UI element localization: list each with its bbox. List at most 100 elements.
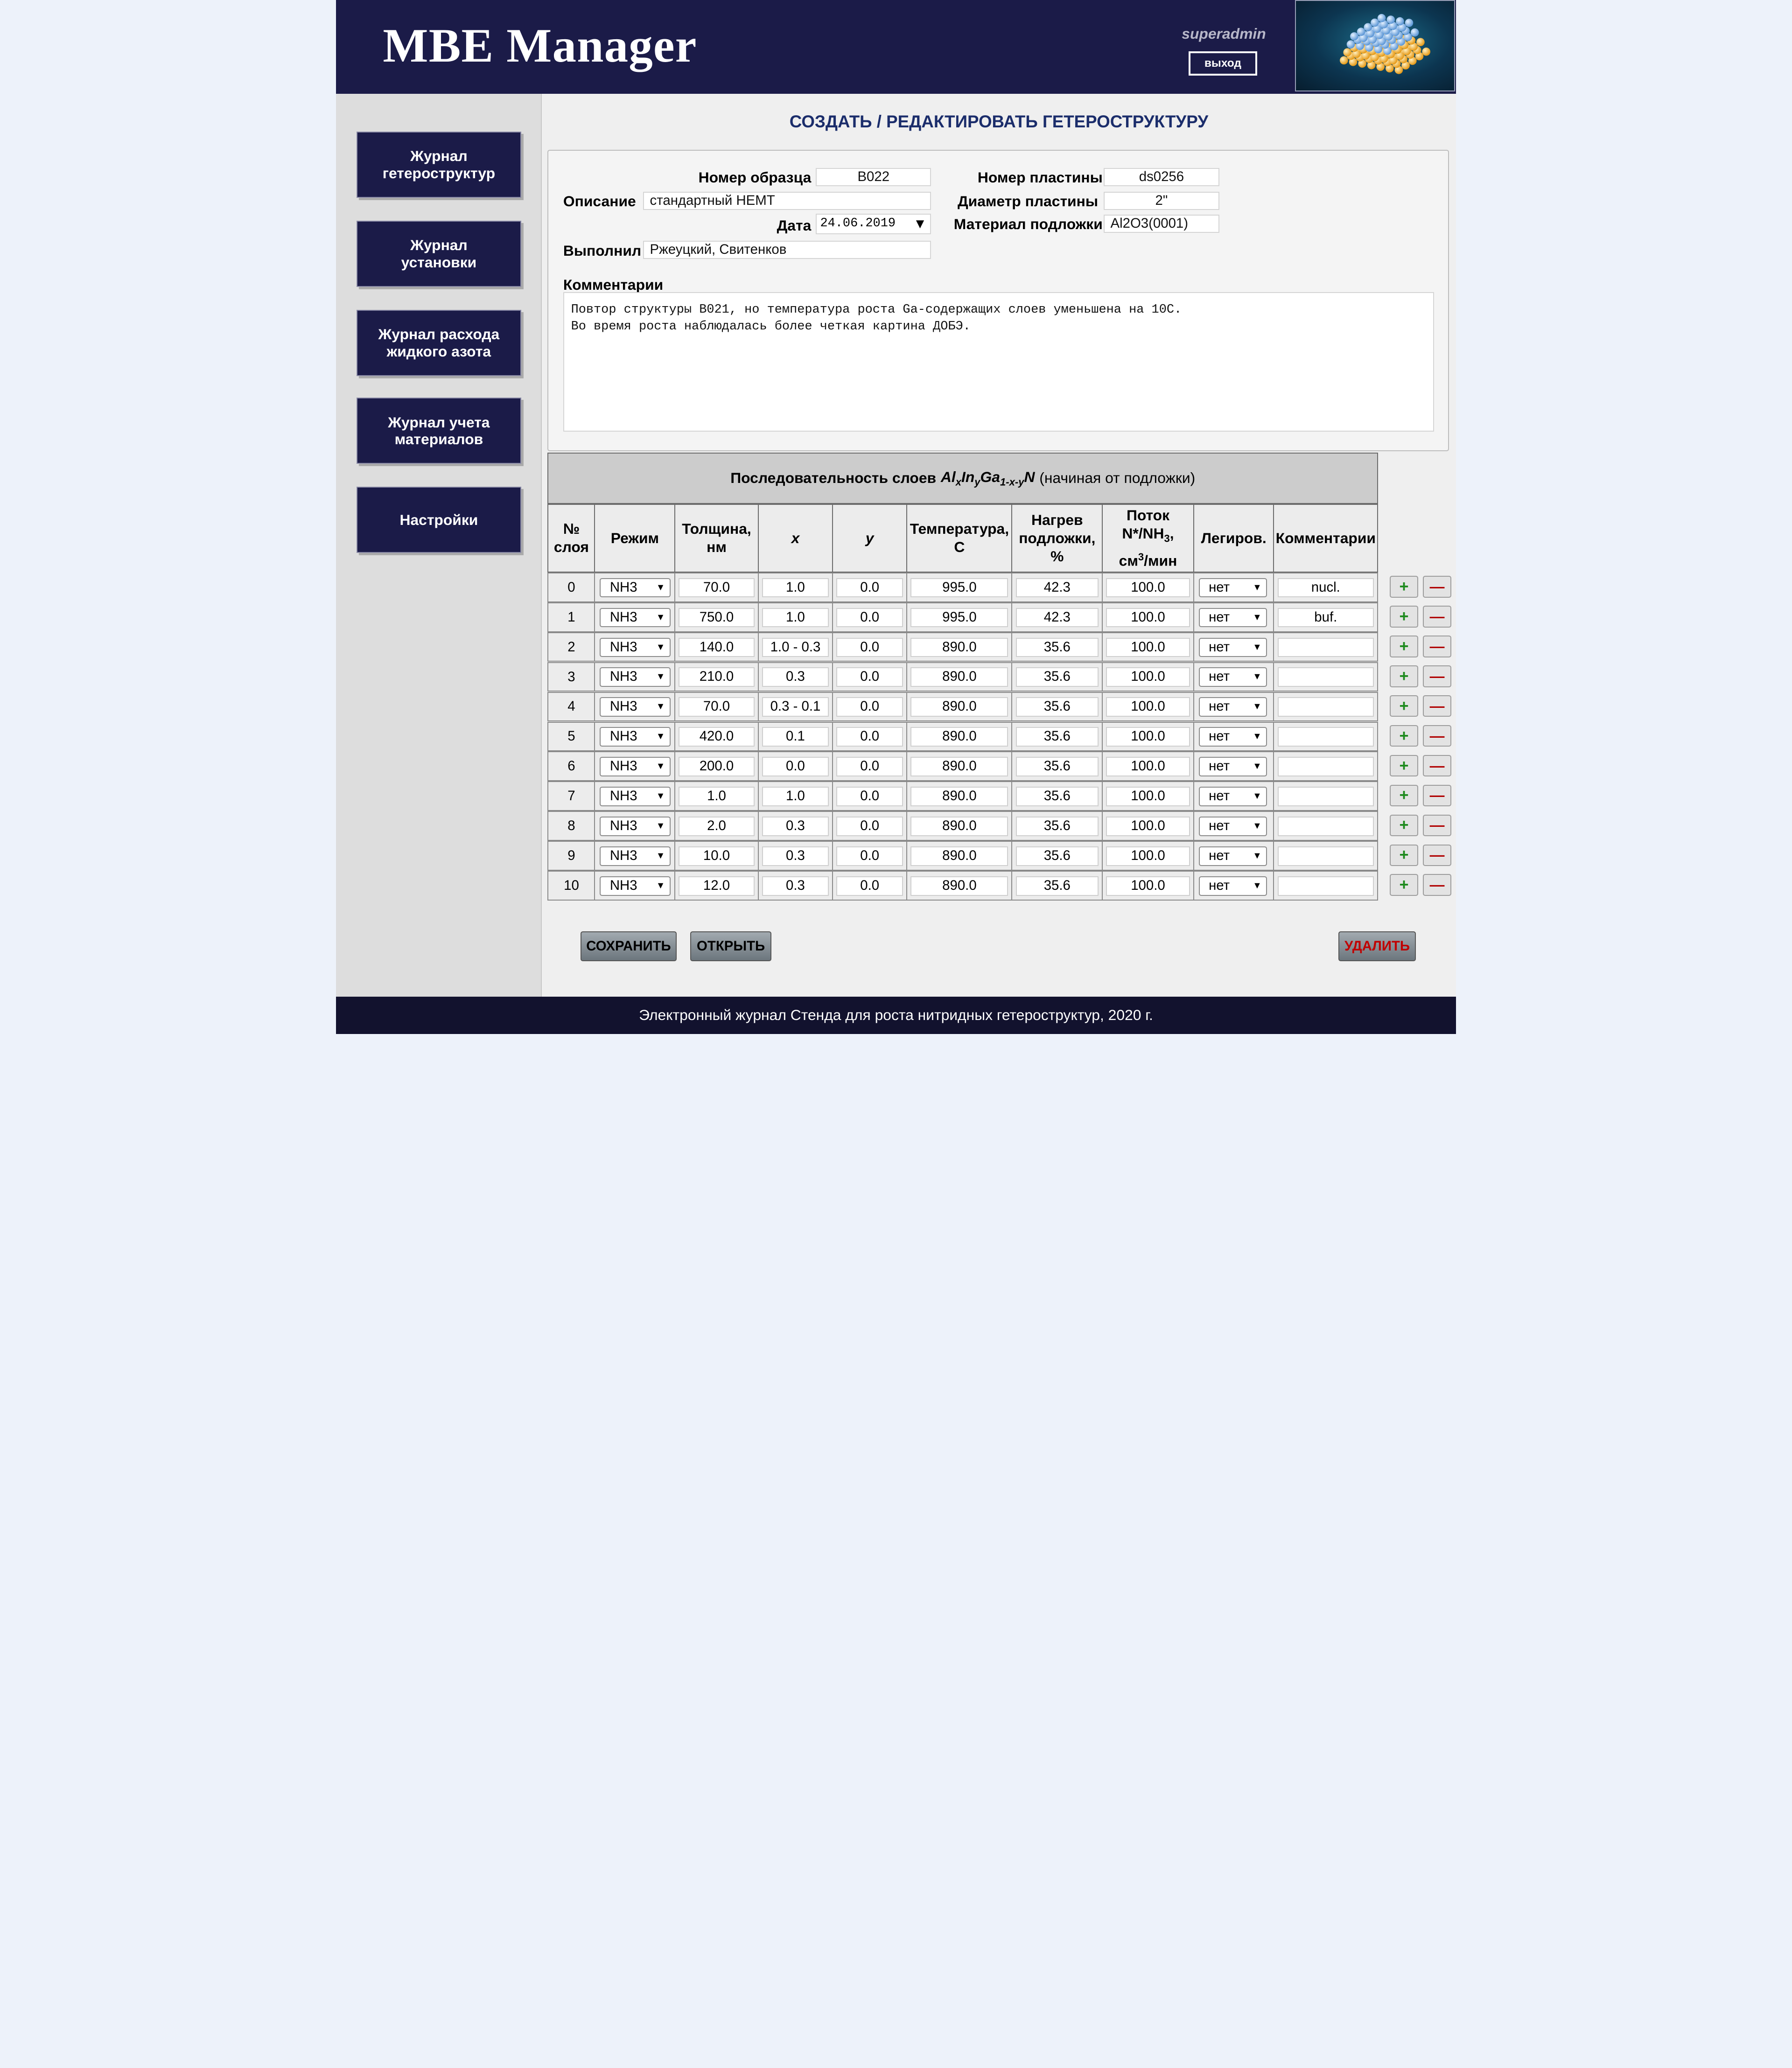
save-button[interactable]: СОХРАНИТЬ (581, 931, 677, 961)
thickness-input[interactable]: 140.0 (679, 637, 755, 657)
x-input[interactable]: 0.3 (762, 876, 829, 896)
temperature-input[interactable]: 995.0 (910, 608, 1008, 628)
thickness-input[interactable]: 420.0 (679, 727, 755, 747)
doping-select[interactable]: нет ▼ (1198, 846, 1267, 866)
x-input[interactable]: 0.1 (762, 727, 829, 747)
temperature-input[interactable]: 890.0 (910, 697, 1008, 717)
y-input[interactable]: 0.0 (836, 667, 903, 687)
add-layer-button[interactable]: + (1389, 844, 1419, 866)
x-input[interactable]: 1.0 (762, 608, 829, 628)
flux-input[interactable]: 100.0 (1106, 727, 1190, 747)
mode-select[interactable]: NH3 ▼ (600, 787, 671, 806)
add-layer-button[interactable]: + (1389, 636, 1419, 657)
mode-select[interactable]: NH3 ▼ (600, 667, 671, 687)
y-input[interactable]: 0.0 (836, 876, 903, 896)
temperature-input[interactable]: 995.0 (910, 578, 1008, 598)
flux-input[interactable]: 100.0 (1106, 667, 1190, 687)
remove-layer-button[interactable]: — (1422, 725, 1452, 747)
y-input[interactable]: 0.0 (836, 608, 903, 628)
nav-nitrogen-log[interactable]: Журнал расхода жидкого азота (357, 309, 521, 376)
temperature-input[interactable]: 890.0 (910, 637, 1008, 657)
description-field[interactable]: стандартный HEMT (643, 191, 931, 210)
add-layer-button[interactable]: + (1389, 874, 1419, 896)
add-layer-button[interactable]: + (1389, 665, 1419, 687)
add-layer-button[interactable]: + (1389, 755, 1419, 777)
flux-input[interactable]: 100.0 (1106, 787, 1190, 806)
heating-input[interactable]: 35.6 (1015, 817, 1099, 836)
remove-layer-button[interactable]: — (1422, 755, 1452, 777)
temperature-input[interactable]: 890.0 (910, 757, 1008, 776)
heating-input[interactable]: 35.6 (1015, 727, 1099, 747)
x-input[interactable]: 1.0 (762, 787, 829, 806)
add-layer-button[interactable]: + (1389, 695, 1419, 717)
doping-select[interactable]: нет ▼ (1198, 578, 1267, 598)
comment-input[interactable] (1277, 846, 1374, 866)
flux-input[interactable]: 100.0 (1106, 697, 1190, 717)
delete-button[interactable]: УДАЛИТЬ (1338, 931, 1416, 961)
mode-select[interactable]: NH3 ▼ (600, 757, 671, 776)
doping-select[interactable]: нет ▼ (1198, 667, 1267, 687)
comment-input[interactable] (1277, 667, 1374, 687)
nav-installation-log[interactable]: Журнал установки (357, 220, 521, 287)
temperature-input[interactable]: 890.0 (910, 787, 1008, 806)
mode-select[interactable]: NH3 ▼ (600, 876, 671, 896)
y-input[interactable]: 0.0 (836, 727, 903, 747)
remove-layer-button[interactable]: — (1422, 874, 1452, 896)
add-layer-button[interactable]: + (1389, 784, 1419, 807)
doping-select[interactable]: нет ▼ (1198, 787, 1267, 806)
y-input[interactable]: 0.0 (836, 846, 903, 866)
thickness-input[interactable]: 12.0 (679, 876, 755, 896)
heating-input[interactable]: 35.6 (1015, 757, 1099, 776)
comment-input[interactable] (1277, 817, 1374, 836)
mode-select[interactable]: NH3 ▼ (600, 727, 671, 747)
temperature-input[interactable]: 890.0 (910, 846, 1008, 866)
doping-select[interactable]: нет ▼ (1198, 727, 1267, 747)
heating-input[interactable]: 42.3 (1015, 578, 1099, 598)
add-layer-button[interactable]: + (1389, 606, 1419, 628)
y-input[interactable]: 0.0 (836, 787, 903, 806)
heating-input[interactable]: 35.6 (1015, 637, 1099, 657)
remove-layer-button[interactable]: — (1422, 814, 1452, 837)
doping-select[interactable]: нет ▼ (1198, 637, 1267, 657)
comment-input[interactable] (1277, 757, 1374, 776)
comments-textarea[interactable]: Повтор структуры B021, но температура ро… (563, 292, 1434, 432)
temperature-input[interactable]: 890.0 (910, 727, 1008, 747)
mode-select[interactable]: NH3 ▼ (600, 578, 671, 598)
mode-select[interactable]: NH3 ▼ (600, 637, 671, 657)
mode-select[interactable]: NH3 ▼ (600, 608, 671, 628)
comment-input[interactable] (1277, 787, 1374, 806)
temperature-input[interactable]: 890.0 (910, 876, 1008, 896)
mode-select[interactable]: NH3 ▼ (600, 697, 671, 717)
flux-input[interactable]: 100.0 (1106, 637, 1190, 657)
temperature-input[interactable]: 890.0 (910, 817, 1008, 836)
temperature-input[interactable]: 890.0 (910, 667, 1008, 687)
y-input[interactable]: 0.0 (836, 697, 903, 717)
date-select[interactable]: 24.06.2019 ▼ (816, 213, 931, 234)
heating-input[interactable]: 42.3 (1015, 608, 1099, 628)
x-input[interactable]: 0.3 (762, 667, 829, 687)
heating-input[interactable]: 35.6 (1015, 667, 1099, 687)
substrate-material-field[interactable]: Al2O3(0001) (1104, 214, 1219, 233)
doping-select[interactable]: нет ▼ (1198, 876, 1267, 896)
thickness-input[interactable]: 750.0 (679, 608, 755, 628)
doping-select[interactable]: нет ▼ (1198, 697, 1267, 717)
comment-input[interactable] (1277, 637, 1374, 657)
doping-select[interactable]: нет ▼ (1198, 817, 1267, 836)
nav-heterostructure-log[interactable]: Журнал гетероструктур (357, 131, 521, 198)
thickness-input[interactable]: 1.0 (679, 787, 755, 806)
add-layer-button[interactable]: + (1389, 725, 1419, 747)
comment-input[interactable]: nucl. (1277, 578, 1374, 598)
remove-layer-button[interactable]: — (1422, 576, 1452, 598)
y-input[interactable]: 0.0 (836, 578, 903, 598)
thickness-input[interactable]: 2.0 (679, 817, 755, 836)
mode-select[interactable]: NH3 ▼ (600, 846, 671, 866)
flux-input[interactable]: 100.0 (1106, 578, 1190, 598)
flux-input[interactable]: 100.0 (1106, 608, 1190, 628)
flux-input[interactable]: 100.0 (1106, 817, 1190, 836)
x-input[interactable]: 0.3 (762, 817, 829, 836)
flux-input[interactable]: 100.0 (1106, 876, 1190, 896)
thickness-input[interactable]: 70.0 (679, 697, 755, 717)
y-input[interactable]: 0.0 (836, 637, 903, 657)
sample-number-field[interactable]: B022 (816, 168, 931, 186)
x-input[interactable]: 0.3 - 0.1 (762, 697, 829, 717)
